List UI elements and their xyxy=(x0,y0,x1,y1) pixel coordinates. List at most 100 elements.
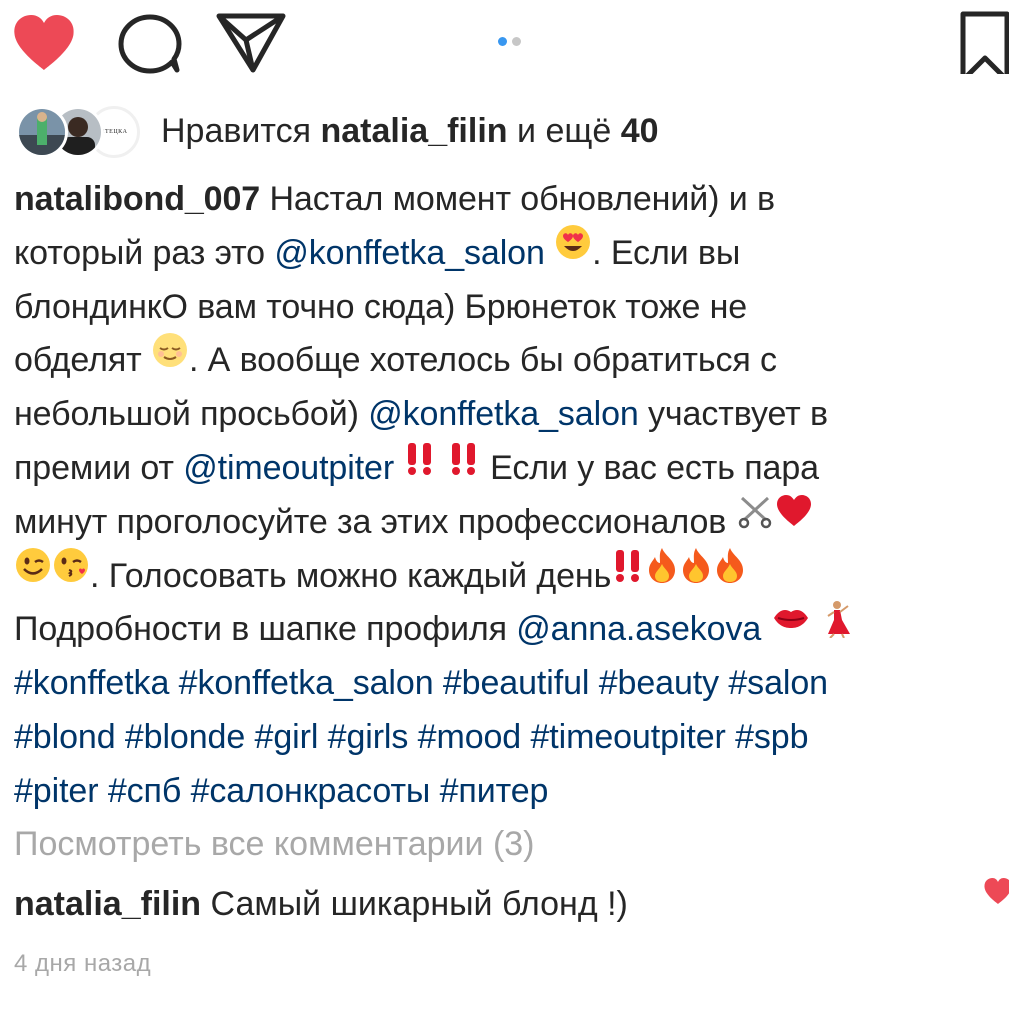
mention-link[interactable]: @konffetka_salon xyxy=(274,234,545,272)
caption-text: . Голосовать можно каждый день xyxy=(90,556,612,595)
carousel-dot xyxy=(512,37,521,46)
hashtag-link[interactable]: #girl xyxy=(255,718,319,756)
avatar-brand-text: ЯТЕЦКА xyxy=(100,129,128,135)
mention-link[interactable]: @timeoutpiter xyxy=(183,449,394,487)
caption-text xyxy=(589,664,598,702)
mention-link[interactable]: @konffetka_salon xyxy=(368,395,639,433)
caption-text: Если у вас есть пара xyxy=(480,448,819,487)
caption-line: минут проголосуйте за этих профессионало… xyxy=(14,495,1004,550)
hashtag-link[interactable]: #konffetka_salon xyxy=(179,664,434,702)
hashtag-link[interactable]: #спб xyxy=(108,772,182,810)
comment-like-button[interactable] xyxy=(983,877,1009,907)
caption-text xyxy=(430,772,439,810)
winking-face-emoji xyxy=(14,546,52,601)
caption-text xyxy=(437,449,446,487)
caption-text xyxy=(318,718,327,756)
hashtag-link[interactable]: #girls xyxy=(328,718,409,756)
caption-text xyxy=(761,610,770,648)
hashtag-link[interactable]: #mood xyxy=(418,718,522,756)
hashtag-link[interactable]: #салонкрасоты xyxy=(191,772,431,810)
dancer-emoji xyxy=(820,600,854,655)
caption-line: . Голосовать можно каждый день xyxy=(14,548,1004,604)
kiss-mark-emoji xyxy=(771,600,811,655)
caption-text xyxy=(116,718,125,756)
caption-text xyxy=(245,718,254,756)
hashtag-link[interactable]: #blonde xyxy=(125,718,245,756)
caption-text: небольшой просьбой) xyxy=(14,395,369,434)
comment-bubble-icon xyxy=(118,14,182,74)
avatar xyxy=(16,106,68,158)
scissors-emoji xyxy=(736,492,774,547)
heart-eyes-emoji xyxy=(554,223,592,278)
bookmark-icon xyxy=(960,11,1009,74)
caption-text xyxy=(545,234,554,272)
caption-text: . Если вы xyxy=(592,233,741,272)
likes-count[interactable]: 40 xyxy=(621,112,659,150)
liker-avatars[interactable]: ЯТЕЦКА xyxy=(16,106,142,158)
caption-text: участвует в xyxy=(638,395,828,434)
hashtag-link[interactable]: #blond xyxy=(14,718,116,756)
mention-link[interactable]: @anna.asekova xyxy=(516,610,761,648)
fire-emoji xyxy=(713,546,747,601)
fire-emoji xyxy=(679,546,713,601)
caption-text: Настал момент обновлений) и в xyxy=(260,180,775,218)
caption-text: минут проголосуйте за этих профессионало… xyxy=(14,502,736,541)
caption-line: блондинкО вам точно сюда) Брюнеток тоже … xyxy=(14,281,1004,335)
caption-text xyxy=(394,449,403,487)
heart-filled-icon xyxy=(14,15,74,70)
caption-text xyxy=(811,610,820,648)
caption-text: премии от xyxy=(14,448,184,487)
likes-middle: и ещё xyxy=(517,112,612,150)
comment-text: Самый шикарный блонд !) xyxy=(201,885,628,923)
view-all-comments-link[interactable]: Посмотреть все комментарии (3) xyxy=(14,820,535,868)
like-button[interactable] xyxy=(12,14,76,72)
double-exclamation-emoji xyxy=(447,439,481,494)
caption-line: #piter #спб #салонкрасоты #питер xyxy=(14,765,1004,819)
save-button[interactable] xyxy=(955,10,1009,74)
post-timestamp: 4 дня назад xyxy=(14,950,152,977)
hashtag-link[interactable]: #piter xyxy=(14,772,99,810)
caption-line: Подробности в шапке профиля @anna.asekov… xyxy=(14,600,1004,657)
hashtag-link[interactable]: #beauty xyxy=(599,664,719,702)
caption-text xyxy=(719,664,728,702)
caption-line: который раз это @konffetka_salon . Если … xyxy=(14,225,1004,281)
caption-text xyxy=(408,718,417,756)
caption-username[interactable]: natalibond_007 xyxy=(14,180,260,218)
post-caption: natalibond_007 Настал момент обновлений)… xyxy=(14,173,1004,819)
comment-button[interactable] xyxy=(116,14,184,74)
caption-text xyxy=(169,664,178,702)
hashtag-link[interactable]: #salon xyxy=(728,664,828,702)
caption-text: который раз это xyxy=(14,233,275,272)
hashtag-link[interactable]: #spb xyxy=(735,718,808,756)
caption-line: небольшой просьбой) @konffetka_salon уча… xyxy=(14,388,1004,442)
relieved-face-emoji xyxy=(151,331,189,386)
caption-text xyxy=(181,772,190,810)
caption-text: обделят xyxy=(14,341,151,380)
hashtag-link[interactable]: #питер xyxy=(440,772,549,810)
caption-text xyxy=(726,718,735,756)
double-exclamation-emoji xyxy=(403,439,437,494)
caption-text: блондинкО вам точно сюда) Брюнеток тоже … xyxy=(14,287,748,326)
caption-line: natalibond_007 Настал момент обновлений)… xyxy=(14,173,1004,227)
kissing-face-emoji xyxy=(52,546,90,601)
hashtag-link[interactable]: #timeoutpiter xyxy=(530,718,725,756)
caption-line: #blond #blonde #girl #girls #mood #timeo… xyxy=(14,711,1004,765)
likes-text: Нравится natalia_filin и ещё 40 xyxy=(161,111,659,151)
comment-username[interactable]: natalia_filin xyxy=(14,885,201,923)
likes-summary[interactable]: ЯТЕЦКА Нравится natalia_filin и ещё 40 xyxy=(16,103,1006,158)
post-action-bar xyxy=(0,0,1009,84)
likes-prefix: Нравится xyxy=(161,112,312,150)
hashtag-link[interactable]: #beautiful xyxy=(443,664,590,702)
caption-text xyxy=(98,772,107,810)
liker-username[interactable]: natalia_filin xyxy=(320,112,507,150)
caption-text xyxy=(434,664,443,702)
share-button[interactable] xyxy=(215,10,287,74)
caption-line: премии от @timeoutpiter Если у вас есть … xyxy=(14,442,1004,496)
comment-item: natalia_filin Самый шикарный блонд !) xyxy=(14,880,628,928)
caption-text: Подробности в шапке профиля xyxy=(14,610,517,649)
caption-line: обделят . А вообще хотелось бы обратитьс… xyxy=(14,331,1004,388)
carousel-indicator xyxy=(498,33,526,51)
red-heart-emoji xyxy=(774,492,814,547)
caption-text: . А вообще хотелось бы обратиться с xyxy=(188,341,777,380)
hashtag-link[interactable]: #konffetka xyxy=(14,664,169,702)
